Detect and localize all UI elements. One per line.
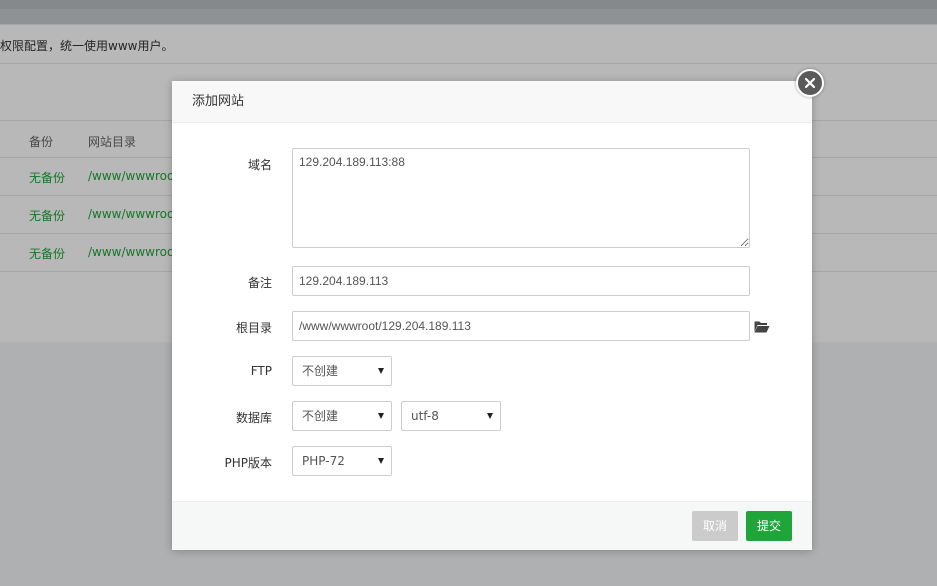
close-button[interactable]: [796, 69, 824, 97]
ftp-row: FTP 不创建: [172, 356, 812, 386]
database-row: 数据库 不创建 utf-8: [172, 401, 812, 431]
close-icon: [804, 77, 816, 89]
root-dir-input[interactable]: [292, 311, 750, 341]
remark-label: 备注: [247, 276, 272, 290]
dialog-footer: 取消 提交: [172, 501, 812, 550]
caret-down-icon: [378, 368, 384, 374]
remark-input[interactable]: [292, 266, 750, 296]
submit-button[interactable]: 提交: [746, 511, 792, 541]
root-dir-row: 根目录: [172, 311, 812, 341]
ftp-select-value: 不创建: [302, 364, 339, 378]
charset-select-value: utf-8: [411, 409, 439, 423]
domain-row: 域名 129.204.189.113:88: [172, 148, 812, 248]
domain-label: 域名: [247, 158, 272, 172]
database-label: 数据库: [235, 411, 272, 425]
caret-down-icon: [378, 413, 384, 419]
ftp-select[interactable]: 不创建: [292, 356, 392, 386]
domain-textarea[interactable]: 129.204.189.113:88: [292, 148, 750, 248]
add-site-dialog: 添加网站 域名 129.204.189.113:88 备注 根目录 FTP 不创…: [172, 81, 812, 550]
database-select[interactable]: 不创建: [292, 401, 392, 431]
php-version-row: PHP版本 PHP-72: [172, 446, 812, 476]
cancel-button[interactable]: 取消: [692, 511, 738, 541]
ftp-label: FTP: [250, 364, 272, 378]
charset-select[interactable]: utf-8: [401, 401, 501, 431]
folder-open-icon[interactable]: [754, 320, 770, 333]
caret-down-icon: [378, 458, 384, 464]
dialog-title: 添加网站: [172, 81, 812, 123]
php-version-select-value: PHP-72: [302, 454, 345, 468]
remark-row: 备注: [172, 266, 812, 296]
root-dir-label: 根目录: [235, 321, 272, 335]
database-select-value: 不创建: [302, 409, 339, 423]
php-version-select[interactable]: PHP-72: [292, 446, 392, 476]
caret-down-icon: [487, 413, 493, 419]
php-version-label: PHP版本: [224, 456, 273, 470]
